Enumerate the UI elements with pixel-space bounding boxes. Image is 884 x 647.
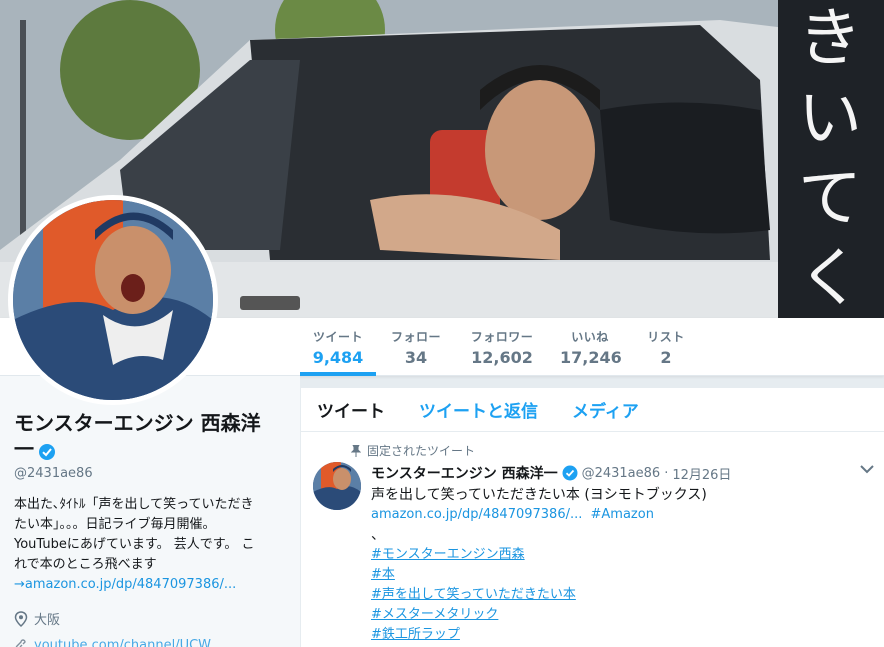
hashtag[interactable]: #メスターメタリック — [371, 605, 868, 625]
hashtag[interactable]: #モンスターエンジン西森 — [371, 545, 868, 565]
bio-line: れで本のところ飛べます — [14, 557, 157, 572]
svg-text:て: て — [798, 162, 862, 236]
hashtag[interactable]: #本 — [371, 565, 868, 585]
verified-badge-icon — [562, 465, 578, 481]
tweet-comma: 、 — [371, 527, 385, 543]
stat-value: 2 — [660, 348, 672, 367]
hashtag-amazon[interactable]: #Amazon — [591, 507, 654, 522]
tweet-avatar[interactable] — [313, 462, 361, 510]
chevron-down-icon[interactable] — [860, 464, 874, 474]
stat-value: 12,602 — [471, 348, 533, 367]
stat-likes[interactable]: いいね 17,246 — [560, 328, 622, 367]
svg-text:く: く — [798, 242, 862, 316]
tweet-link-line: amazon.co.jp/dp/4847097386/... #Amazon — [371, 505, 868, 525]
location-text: 大阪 — [34, 613, 61, 628]
tweet-text: 声を出して笑っていただきたい本 (ヨシモトブックス) amazon.co.jp/… — [371, 485, 868, 645]
tweet-author-handle[interactable]: @2431ae86 — [582, 466, 661, 481]
stat-lists[interactable]: リスト 2 — [644, 328, 688, 367]
profile-handle[interactable]: @2431ae86 — [14, 466, 286, 481]
tweet-header: モンスターエンジン 西森洋一 @2431ae86 · 12月26日 — [371, 463, 868, 483]
bio-line: YouTubeにあげています。 芸人です。 こ — [14, 537, 255, 552]
stat-label: ツイート — [312, 330, 363, 344]
svg-text:い: い — [798, 82, 862, 156]
banner-text: き — [798, 2, 862, 76]
profile-avatar[interactable] — [8, 195, 218, 405]
link-icon — [15, 638, 26, 647]
url-text[interactable]: youtube.com/channel/UCW... — [34, 638, 222, 647]
tweet-separator: · — [664, 465, 669, 481]
stat-followers[interactable]: フォロワー 12,602 — [468, 328, 536, 367]
hashtag[interactable]: #声を出して笑っていただきたい本 — [371, 585, 868, 605]
verified-badge-icon — [39, 444, 55, 460]
tweet-text-line: 声を出して笑っていただきたい本 (ヨシモトブックス) — [371, 487, 707, 503]
stat-label: フォロワー — [470, 330, 534, 344]
stat-value: 9,484 — [312, 348, 364, 367]
tab-tweets-replies[interactable]: ツイートと返信 — [419, 397, 538, 422]
stat-following[interactable]: フォロー 34 — [390, 328, 442, 367]
stat-label: フォロー — [390, 330, 441, 344]
tweet-link[interactable]: amazon.co.jp/dp/4847097386/... — [371, 507, 582, 522]
tweet-avatar-image — [313, 462, 361, 510]
timeline: ツイート ツイートと返信 メディア 固定されたツイート モンスターエンジン 西森… — [300, 388, 884, 647]
hashtag[interactable]: #鉄工所ラップ — [371, 625, 868, 645]
profile-card: モンスターエンジン 西森洋 一 @2431ae86 本出た､ﾀｲﾄﾙ「声を出して… — [0, 376, 300, 647]
stat-label: いいね — [571, 330, 609, 344]
profile-name-line2: 一 — [14, 437, 34, 461]
bio-line: たい本」。。。日記ライブ毎月開催。 — [14, 517, 216, 532]
profile-bio: 本出た､ﾀｲﾄﾙ「声を出して笑っていただき たい本」。。。日記ライブ毎月開催。 … — [14, 495, 286, 595]
active-stat-indicator — [300, 372, 376, 376]
pin-icon — [351, 444, 361, 457]
stat-value: 17,246 — [560, 348, 622, 367]
profile-name-line1: モンスターエンジン 西森洋 — [14, 411, 261, 435]
tweet-date[interactable]: 12月26日 — [672, 464, 731, 483]
stat-label: リスト — [647, 330, 685, 344]
pinned-indicator: 固定されたツイート — [351, 442, 868, 459]
profile-location: 大阪 — [14, 609, 286, 628]
tab-media[interactable]: メディア — [572, 397, 639, 422]
tweet-author-name[interactable]: モンスターエンジン 西森洋一 — [371, 463, 558, 483]
bio-link[interactable]: →amazon.co.jp/dp/4847097386/... — [14, 577, 236, 592]
pinned-label: 固定されたツイート — [367, 444, 476, 458]
profile-url[interactable]: youtube.com/channel/UCW... — [14, 638, 286, 647]
stat-value: 34 — [404, 348, 428, 367]
tab-tweets[interactable]: ツイート — [317, 397, 385, 422]
avatar-image — [13, 200, 213, 400]
pinned-tweet[interactable]: 固定されたツイート モンスターエンジン 西森洋一 @2431ae86 · 12月… — [301, 432, 884, 645]
bio-line: 本出た､ﾀｲﾄﾙ「声を出して笑っていただき — [14, 497, 254, 512]
timeline-tabs: ツイート ツイートと返信 メディア — [301, 388, 884, 432]
stat-tweets[interactable]: ツイート 9,484 — [312, 328, 364, 367]
location-pin-icon — [14, 610, 28, 627]
